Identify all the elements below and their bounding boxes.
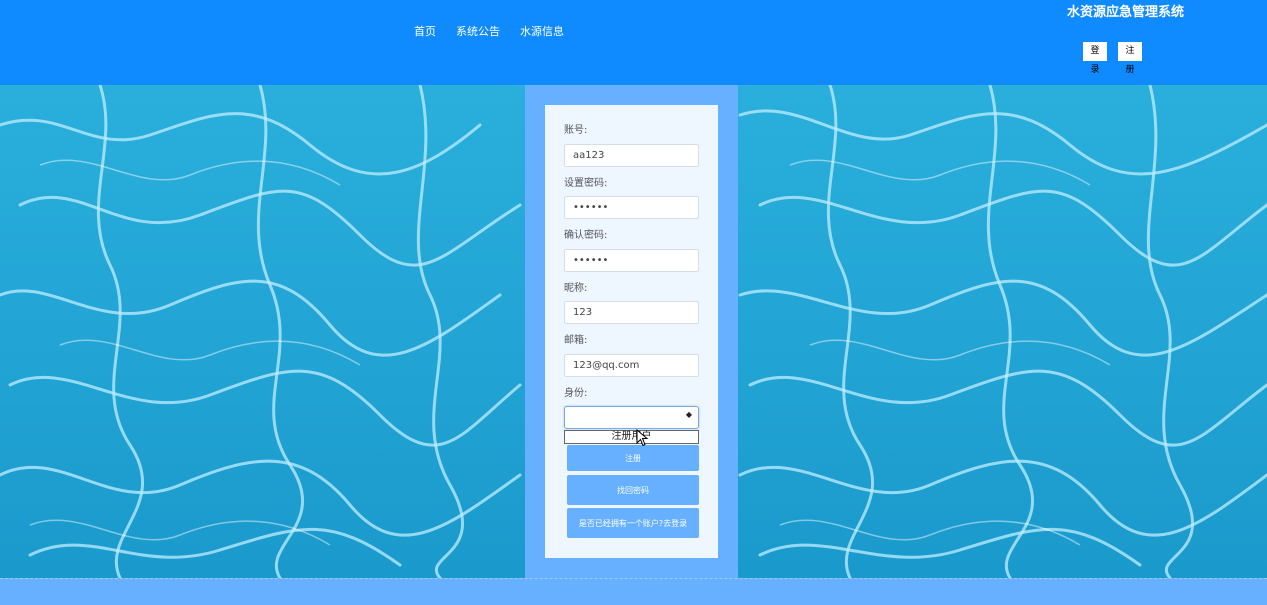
confirm-password-label: 确认密码: xyxy=(564,230,608,241)
nav-announcements[interactable]: 系统公告 xyxy=(456,25,500,39)
main-nav: 首页 系统公告 水源信息 xyxy=(414,25,564,39)
register-form-panel: 账号: 设置密码: 确认密码: 昵称: 邮箱: 身份: ◆ 注册用户 注册 找回… xyxy=(525,85,738,578)
nav-home[interactable]: 首页 xyxy=(414,25,436,39)
nickname-label: 昵称: xyxy=(564,283,588,294)
identity-option-registered-user[interactable]: 注册用户 xyxy=(564,430,699,444)
account-input[interactable] xyxy=(564,144,699,167)
register-form-card: 账号: 设置密码: 确认密码: 昵称: 邮箱: 身份: ◆ 注册用户 注册 找回… xyxy=(545,105,718,558)
footer-bar xyxy=(0,578,1267,605)
identity-label: 身份: xyxy=(564,388,588,399)
go-login-button[interactable]: 是否已经拥有一个账户?去登录 xyxy=(567,508,699,538)
nickname-input[interactable] xyxy=(564,301,699,324)
account-label: 账号: xyxy=(564,125,588,136)
system-title: 水资源应急管理系统 xyxy=(1067,5,1185,20)
register-submit-button[interactable]: 注册 xyxy=(567,445,699,471)
top-header: 首页 系统公告 水源信息 水资源应急管理系统 登录 注册 xyxy=(0,0,1267,85)
confirm-password-input[interactable] xyxy=(564,249,699,272)
header-register-button[interactable]: 注册 xyxy=(1118,42,1142,75)
header-login-button[interactable]: 登录 xyxy=(1083,42,1107,75)
password-label: 设置密码: xyxy=(564,178,608,189)
password-input[interactable] xyxy=(564,196,699,219)
recover-password-button[interactable]: 找回密码 xyxy=(567,475,699,505)
nav-water-source-info[interactable]: 水源信息 xyxy=(520,25,564,39)
select-updown-icon: ◆ xyxy=(685,410,692,419)
mouse-cursor-icon xyxy=(636,429,649,447)
email-label: 邮箱: xyxy=(564,335,588,346)
identity-select[interactable]: ◆ xyxy=(564,406,699,429)
email-input[interactable] xyxy=(564,354,699,377)
